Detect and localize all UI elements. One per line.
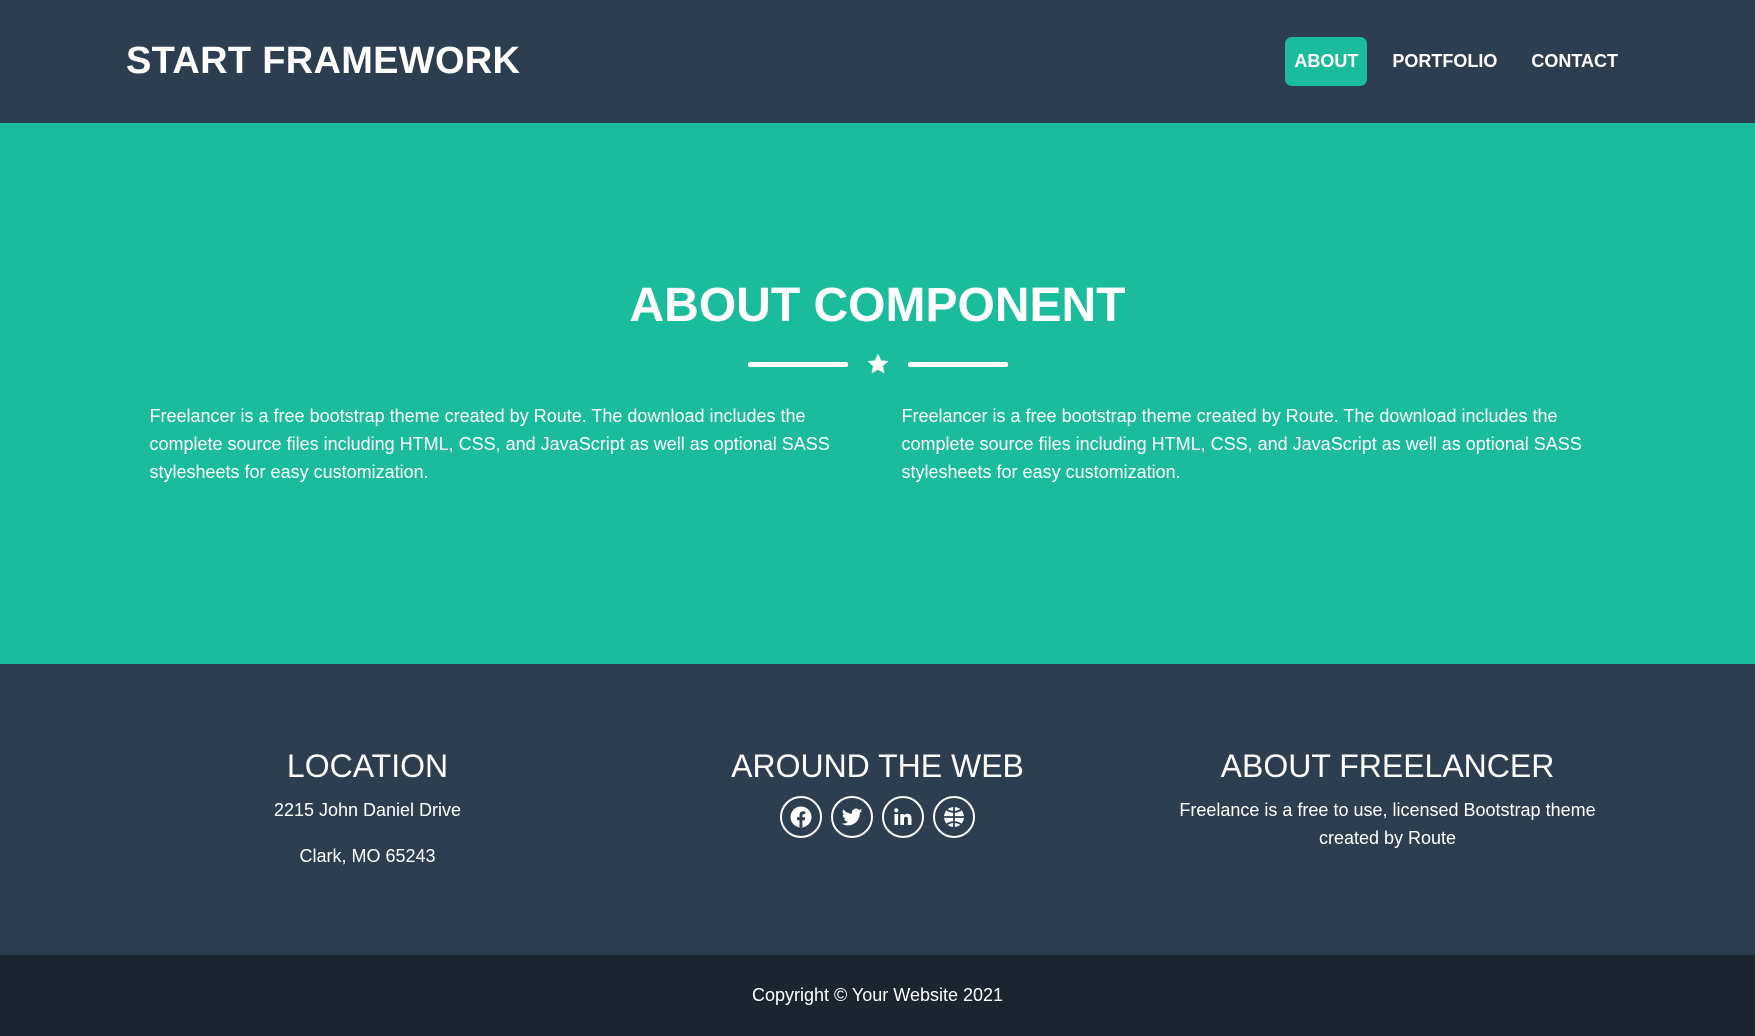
divider-line-left — [747, 361, 848, 367]
location-heading: LOCATION — [286, 748, 449, 784]
footer-about-freelancer: ABOUT FREELANCER Freelance is a free to … — [1133, 750, 1643, 955]
footer: LOCATION 2215 John Daniel Drive Clark, M… — [0, 664, 1755, 955]
footer-location: LOCATION 2215 John Daniel Drive Clark, M… — [113, 750, 623, 955]
about-text-right: Freelancer is a free bootstrap theme cre… — [901, 406, 1582, 482]
nav-links: ABOUT PORTFOLIO CONTACT — [1285, 37, 1627, 86]
linkedin-icon[interactable] — [882, 796, 924, 838]
about-columns: Freelancer is a free bootstrap theme cre… — [150, 402, 1606, 486]
around-the-web-heading: AROUND THE WEB — [731, 748, 1024, 784]
about-text-left: Freelancer is a free bootstrap theme cre… — [149, 406, 830, 482]
about-freelancer-heading: ABOUT FREELANCER — [1220, 748, 1555, 784]
about-title: ABOUT COMPONENT — [629, 279, 1126, 332]
nav-link-contact[interactable]: CONTACT — [1522, 37, 1627, 86]
star-icon — [867, 353, 888, 374]
title-divider — [747, 352, 1008, 376]
facebook-icon[interactable] — [780, 796, 822, 838]
address-line-1: 2215 John Daniel Drive — [273, 800, 462, 820]
twitter-icon[interactable] — [831, 796, 873, 838]
divider-line-right — [907, 361, 1008, 367]
copyright-bar: Copyright © Your Website 2021 — [0, 955, 1755, 1036]
dribbble-icon[interactable] — [933, 796, 975, 838]
nav-link-portfolio[interactable]: PORTFOLIO — [1383, 37, 1506, 86]
about-freelancer-text: Freelance is a free to use, licensed Boo… — [1179, 800, 1596, 848]
footer-around-the-web: AROUND THE WEB — [623, 750, 1133, 955]
nav-link-about[interactable]: ABOUT — [1285, 37, 1368, 86]
address-line-2: Clark, MO 65243 — [299, 846, 436, 866]
about-section: ABOUT COMPONENT Freelancer is a free boo… — [0, 123, 1755, 664]
social-links — [623, 796, 1133, 838]
copyright-text: Copyright © Your Website 2021 — [751, 985, 1004, 1005]
brand-logo[interactable]: START FRAMEWORK — [126, 40, 520, 83]
navbar: START FRAMEWORK ABOUT PORTFOLIO CONTACT — [0, 0, 1755, 123]
